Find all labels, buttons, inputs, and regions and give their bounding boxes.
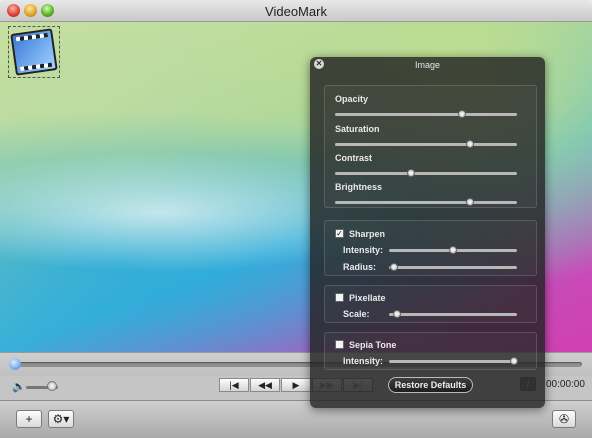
brightness-slider-knob[interactable] [465, 198, 474, 206]
pixellate-scale-knob[interactable] [392, 310, 401, 318]
sharpen-radius-label: Radius: [343, 262, 377, 272]
sharpen-radius-knob[interactable] [390, 263, 399, 271]
sharpen-intensity-knob[interactable] [449, 246, 457, 254]
pixellate-scale-label: Scale: [343, 309, 370, 319]
window-title: VideoMark [265, 4, 327, 19]
saturation-label: Saturation [335, 124, 380, 134]
sepia-checkbox[interactable] [335, 340, 344, 349]
film-reel-icon: ✇ [558, 412, 570, 426]
rewind-button[interactable]: ◀◀ [250, 378, 280, 392]
app-window: VideoMark 🔈 |◀ ◀◀ ▶ ▶▶ ▶| 00:00:00 + ⚙▾ … [0, 0, 592, 438]
pixellate-label: Pixellate [349, 293, 386, 303]
brightness-label: Brightness [335, 182, 383, 192]
volume-knob[interactable] [46, 381, 57, 391]
speaker-icon: 🔈 [12, 381, 26, 393]
opacity-label: Opacity [335, 94, 369, 104]
restore-defaults-button[interactable]: Restore Defaults [388, 377, 473, 393]
sepia-intensity-track[interactable] [389, 360, 517, 363]
film-strip-icon [10, 28, 58, 76]
film-reel-button[interactable]: ✇ [552, 410, 576, 428]
title-bar: VideoMark [0, 0, 592, 22]
brightness-slider-track[interactable] [335, 201, 517, 204]
time-display: 00:00:00 [546, 379, 585, 390]
adjustments-group: Opacity Saturation Contrast Brightness [324, 85, 537, 208]
sepia-group: Sepia Tone Intensity: [324, 332, 537, 370]
sharpen-radius-track[interactable] [389, 266, 517, 269]
play-button[interactable]: ▶ [281, 378, 311, 392]
sharpen-checkbox[interactable]: ✓ [335, 229, 344, 238]
sepia-intensity-knob[interactable] [510, 357, 519, 365]
sharpen-intensity-label: Intensity: [343, 245, 384, 255]
saturation-slider-track[interactable] [335, 143, 517, 146]
opacity-slider-knob[interactable] [458, 110, 467, 118]
seek-knob[interactable] [9, 358, 21, 370]
saturation-slider-knob[interactable] [465, 140, 474, 148]
contrast-label: Contrast [335, 153, 373, 163]
contrast-slider-track[interactable] [335, 172, 517, 175]
add-button[interactable]: + [16, 410, 42, 428]
contrast-slider-knob[interactable] [407, 169, 416, 177]
gear-menu-button[interactable]: ⚙▾ [48, 410, 74, 428]
opacity-slider-track[interactable] [335, 113, 517, 116]
sharpen-label: Sharpen [349, 229, 386, 239]
sharpen-group: ✓ Sharpen Intensity: Radius: [324, 220, 537, 276]
image-panel: ✕ Image Opacity Saturation Contrast Brig… [310, 57, 545, 408]
pixellate-scale-track[interactable] [389, 313, 517, 316]
sepia-intensity-label: Intensity: [343, 356, 384, 366]
skip-to-start-button[interactable]: |◀ [219, 378, 249, 392]
pixellate-group: Pixellate Scale: [324, 285, 537, 323]
pixellate-checkbox[interactable] [335, 293, 344, 302]
panel-title: Image [414, 60, 440, 70]
watermark-thumbnail[interactable] [8, 26, 60, 78]
sepia-label: Sepia Tone [349, 340, 397, 350]
